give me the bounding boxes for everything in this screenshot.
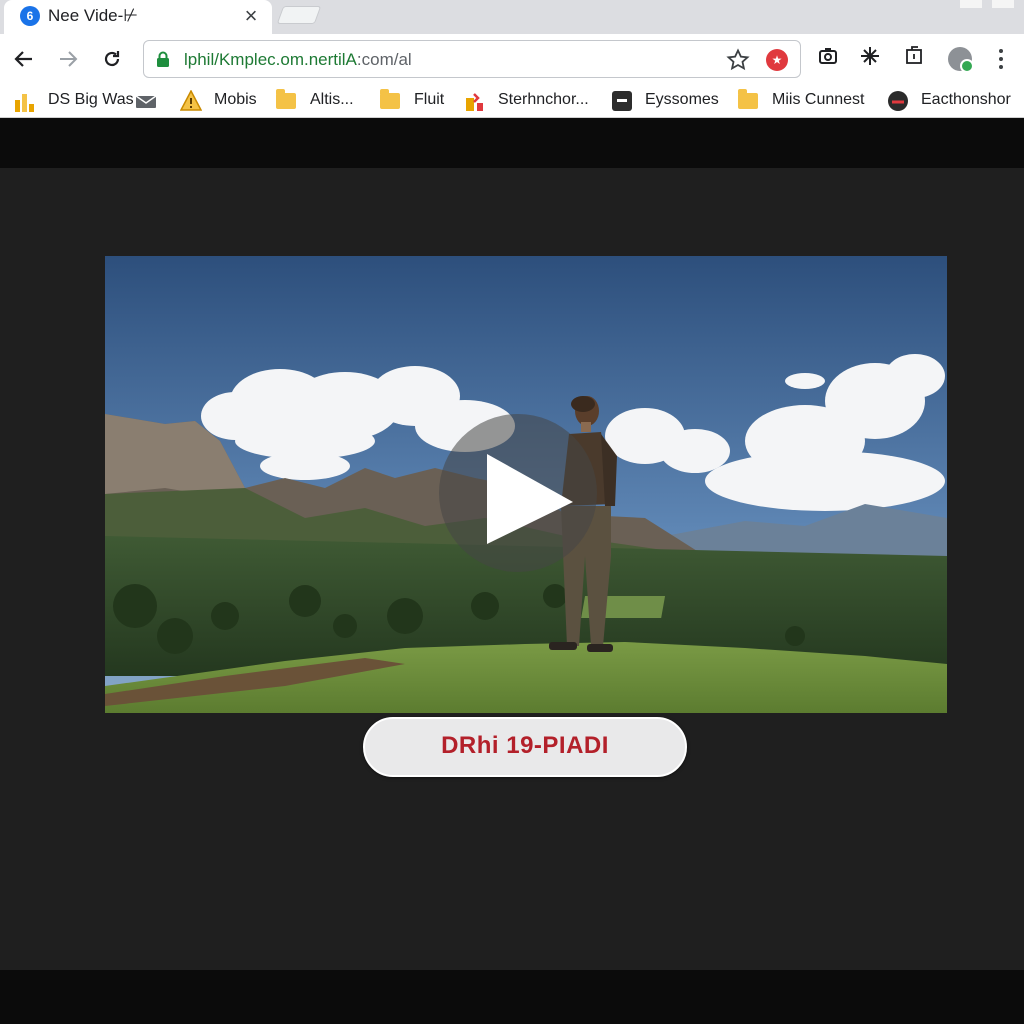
play-icon (487, 454, 573, 544)
bookmark-item[interactable]: Eacthonshor (887, 87, 1017, 115)
bookmark-label: Sterhnchor... (498, 91, 589, 108)
bookmark-label: DS Big Was (48, 91, 134, 108)
url-text: lphil/Kmplec.om.nertilA:com/al (184, 50, 412, 70)
video-player[interactable] (105, 256, 947, 713)
extension-puzzle-icon[interactable] (857, 46, 883, 72)
bookmark-item[interactable]: DS Big Was (14, 87, 160, 115)
arrow-left-icon (14, 51, 32, 67)
bookmark-item[interactable]: Altis... (276, 87, 366, 115)
new-tab-button[interactable] (276, 6, 322, 24)
close-tab-icon[interactable]: × (238, 3, 264, 29)
url-path: :com/al (356, 50, 412, 69)
bookmark-label: Miis Cunnest (772, 91, 865, 108)
tab-strip: 6 Nee Vide-⊬ × (0, 0, 1024, 34)
folder-icon (738, 89, 758, 109)
bookmark-item[interactable]: Fluit (380, 87, 450, 115)
lock-icon (157, 51, 169, 67)
bookmark-item[interactable]: Eyssomes (611, 87, 723, 115)
browser-toolbar: lphil/Kmplec.om.nertilA:com/al ★ (0, 34, 1024, 84)
warning-icon (180, 90, 202, 111)
bookmark-item[interactable]: Mobis (180, 87, 260, 115)
bookmark-label: Eacthonshor (921, 91, 1011, 108)
arrow-right-icon (60, 51, 78, 67)
extension-window-icon[interactable] (901, 46, 927, 72)
page-footer-band (0, 970, 1024, 1024)
reload-button[interactable] (95, 42, 129, 76)
extension-badge-icon[interactable]: ★ (766, 49, 788, 71)
tab-favicon-icon: 6 (20, 6, 40, 26)
bookmark-item[interactable]: Sterhnchor... (464, 87, 594, 115)
bookmark-app-icon (466, 93, 483, 111)
address-bar[interactable]: lphil/Kmplec.om.nertilA:com/al ★ (143, 40, 801, 78)
bookmarks-bar: DS Big Was Mobis Altis... Fluit Sterhnch… (0, 84, 1024, 118)
extension-camera-icon[interactable] (815, 46, 841, 72)
browser-tab[interactable]: 6 Nee Vide-⊬ × (4, 0, 272, 34)
bookmark-star-icon[interactable] (726, 48, 750, 72)
tab-title: Nee Vide-⊬ (48, 6, 139, 25)
bookmark-item[interactable]: Miis Cunnest (738, 87, 872, 115)
cta-button[interactable]: DRhi 19-PIADI (363, 717, 687, 777)
bookmark-label: Eyssomes (645, 91, 719, 108)
document-icon (612, 91, 632, 111)
bookmark-label: Fluit (414, 91, 445, 108)
window-control[interactable] (992, 0, 1014, 8)
bookmark-label: Mobis (214, 91, 257, 108)
page-content: DRhi 19-PIADI (0, 168, 1024, 970)
play-button[interactable] (439, 414, 597, 572)
folder-icon (276, 89, 296, 109)
window-control[interactable] (960, 0, 982, 8)
bookmark-label: Altis... (310, 91, 354, 108)
profile-avatar[interactable] (948, 47, 974, 73)
back-button[interactable] (7, 42, 41, 76)
folder-icon (380, 89, 400, 109)
page-header-band (0, 118, 1024, 168)
forward-button[interactable] (51, 42, 85, 76)
browser-menu-icon[interactable] (990, 46, 1012, 72)
url-host: lphil/Kmplec.om.nertilA (184, 50, 357, 69)
circle-app-icon (888, 91, 908, 111)
email-icon (136, 96, 156, 108)
reload-icon (104, 51, 120, 67)
chart-bars-icon (15, 94, 34, 112)
